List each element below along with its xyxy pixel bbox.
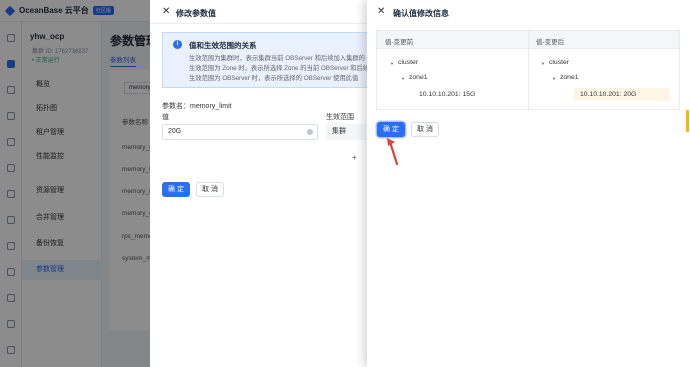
triangle-down-icon[interactable]: ▼: [552, 76, 556, 81]
tree-node-cluster[interactable]: cluster: [549, 59, 569, 66]
tree-node-zone[interactable]: zone1: [409, 74, 428, 81]
scope-column-header: 生效范围: [326, 114, 354, 121]
confirm-ok-button[interactable]: 确 定: [377, 122, 405, 137]
parameter-value-input[interactable]: 20G: [162, 124, 318, 140]
tree-node-zone[interactable]: zone1: [560, 74, 579, 81]
confirm-cancel-button[interactable]: 取 消: [411, 122, 439, 137]
close-icon[interactable]: ✕: [377, 7, 385, 17]
close-icon[interactable]: ✕: [162, 7, 170, 17]
drawer-title: 修改参数值: [176, 9, 216, 18]
clear-icon[interactable]: [307, 129, 313, 135]
drawer1-cancel-button[interactable]: 取 消: [196, 182, 224, 197]
confirm-change-drawer: ✕ 确认值修改信息 值-变更前 值-变更后 ▼ cluster ▼ zone1 …: [367, 0, 690, 367]
parameter-name-label: 参数名：memory_limit: [162, 103, 232, 110]
tree-node-cluster[interactable]: cluster: [398, 59, 418, 66]
triangle-down-icon[interactable]: ▼: [401, 76, 405, 81]
parameter-value-text: 20G: [168, 128, 182, 135]
column-divider: [528, 31, 529, 109]
scope-select[interactable]: 集群: [326, 124, 366, 140]
value-column-header: 值: [162, 114, 169, 121]
before-column-header: 值-变更前: [385, 39, 414, 46]
drawer1-ok-button[interactable]: 确 定: [162, 182, 190, 197]
drawer-title: 确认值修改信息: [393, 9, 449, 18]
scroll-indicator: [686, 110, 689, 132]
info-icon: i: [173, 40, 182, 49]
triangle-down-icon[interactable]: ▼: [541, 61, 545, 66]
alert-line: 生效范围为 OBServer 时，表示所选择的 OBServer 使用此值: [189, 75, 359, 82]
value-comparison-table: 值-变更前 值-变更后 ▼ cluster ▼ zone1 10.10.10.2…: [376, 30, 680, 110]
alert-title: 值和生效范围的关系: [189, 41, 257, 50]
tree-leaf-server: 10.10.10.201: 15G: [419, 91, 476, 98]
plus-icon[interactable]: +: [352, 153, 357, 162]
after-column-header: 值-变更后: [536, 39, 565, 46]
triangle-down-icon[interactable]: ▼: [390, 61, 394, 66]
tree-leaf-server-changed: 10.10.10.201: 20G: [574, 88, 670, 101]
arrow-annotation-icon: [387, 138, 399, 166]
